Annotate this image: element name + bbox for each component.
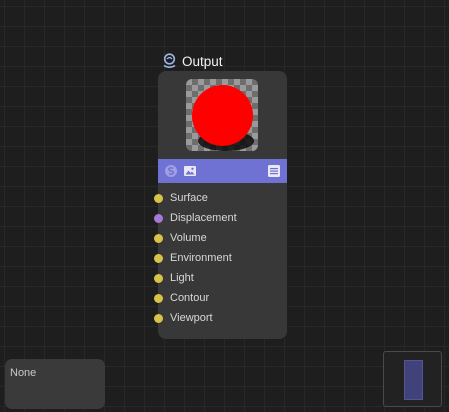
node-inputs: Surface Displacement Volume Environment … (154, 188, 287, 328)
port-label: Light (170, 272, 194, 284)
input-port-viewport[interactable]: Viewport (154, 308, 287, 328)
image-icon[interactable] (183, 164, 197, 178)
material-preview (186, 79, 258, 151)
input-port-displacement[interactable]: Displacement (154, 208, 287, 228)
port-label: Viewport (170, 312, 213, 324)
port-socket[interactable] (154, 273, 163, 283)
port-socket[interactable] (154, 233, 163, 243)
info-panel-text: None (10, 367, 37, 379)
port-label: Displacement (170, 212, 237, 224)
port-label: Volume (170, 232, 207, 244)
port-label: Environment (170, 252, 232, 264)
input-port-surface[interactable]: Surface (154, 188, 287, 208)
port-socket[interactable] (154, 193, 163, 203)
input-port-light[interactable]: Light (154, 268, 287, 288)
menu-icon[interactable] (267, 164, 281, 178)
input-port-volume[interactable]: Volume (154, 228, 287, 248)
port-label: Contour (170, 292, 210, 304)
node-editor-canvas[interactable]: Output Surface Displacement Volume Envir… (0, 0, 449, 412)
node-toolbar (158, 159, 287, 183)
port-socket[interactable] (154, 213, 163, 223)
shader-icon[interactable] (164, 164, 178, 178)
port-socket[interactable] (154, 293, 163, 303)
output-node-icon (162, 53, 177, 69)
input-port-contour[interactable]: Contour (154, 288, 287, 308)
minimap-viewport[interactable] (404, 360, 423, 400)
node-header[interactable]: Output (162, 51, 223, 71)
output-node[interactable]: Surface Displacement Volume Environment … (154, 71, 287, 339)
port-socket[interactable] (154, 313, 163, 323)
port-label: Surface (170, 192, 208, 204)
port-socket[interactable] (154, 253, 163, 263)
preview-sphere (192, 85, 253, 146)
input-port-environment[interactable]: Environment (154, 248, 287, 268)
info-panel: None (5, 359, 105, 409)
minimap[interactable] (383, 351, 442, 407)
node-title: Output (182, 53, 223, 69)
